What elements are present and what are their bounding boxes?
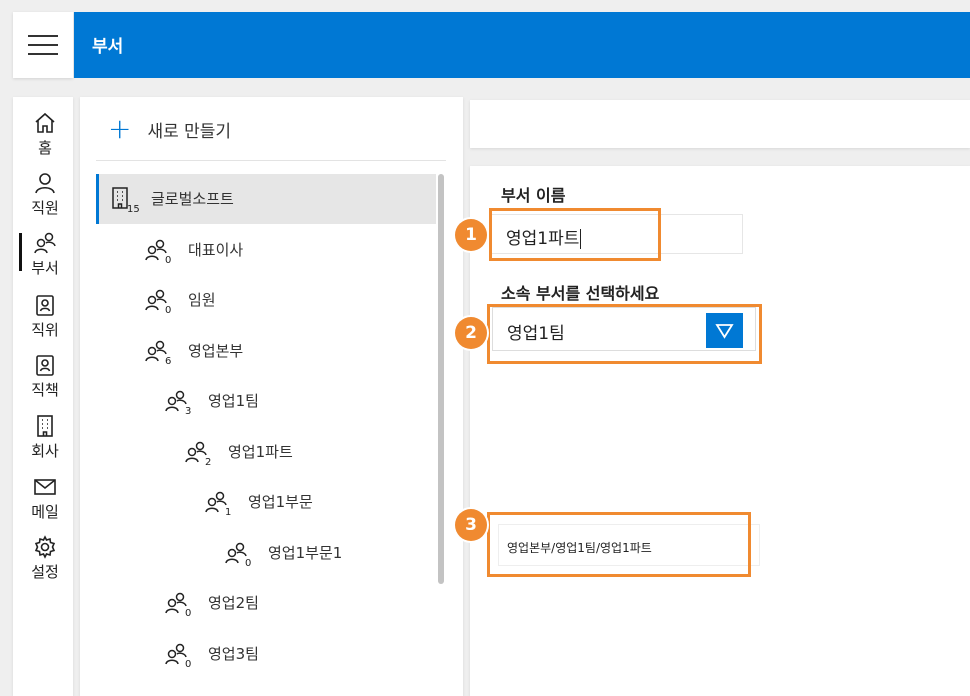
tree-row[interactable]: 15 글로벌소프트: [96, 174, 436, 224]
tree-row[interactable]: 2 영업1파트: [96, 427, 436, 477]
building-icon: [37, 415, 53, 437]
parent-field-label: 소속 부서를 선택하세요: [501, 284, 660, 303]
tree-row[interactable]: 3 영업1팀: [96, 376, 436, 426]
tree-row[interactable]: 0 영업3팀: [96, 629, 436, 679]
toolbar-area: [470, 100, 970, 148]
nav-item-settings[interactable]: 설정: [13, 535, 73, 593]
tree-row-label: 영업1팀: [208, 392, 259, 410]
mail-icon: [34, 479, 56, 495]
nav-label-duties: 직책: [31, 381, 59, 399]
nav-label-mail: 메일: [31, 503, 59, 521]
nav-item-mail[interactable]: 메일: [13, 475, 73, 533]
page-title: 부서: [92, 37, 124, 57]
tree-row[interactable]: 0 임원: [96, 275, 436, 325]
callout-box-3: [487, 512, 751, 577]
member-count: 0: [185, 658, 192, 670]
callout-badge-2: 2: [455, 317, 487, 349]
app-header: 부서: [74, 12, 970, 78]
badge-icon: [36, 295, 54, 316]
tree-row-label: 영업1부문1: [268, 543, 343, 562]
left-nav: 홈 직원 부서 직위 직책 회사 메일 설정: [13, 97, 73, 696]
member-count: 2: [205, 456, 212, 468]
tree-row-label: 글로벌소프트: [151, 190, 234, 208]
nav-item-duties[interactable]: 직책: [13, 353, 73, 411]
nav-label-departments: 부서: [31, 259, 59, 277]
tree-row-label: 영업2팀: [208, 594, 259, 612]
badge-icon: [36, 355, 54, 376]
member-count: 1: [225, 507, 232, 518]
nav-label-positions: 직위: [31, 321, 59, 339]
tree-row-label: 대표이사: [188, 240, 244, 259]
tree-row-label: 영업3팀: [208, 644, 259, 663]
tree-row[interactable]: 6 영업본부: [96, 326, 436, 376]
tree-scrollbar[interactable]: [438, 174, 444, 584]
member-count: 0: [165, 254, 172, 266]
nav-label-company: 회사: [31, 442, 59, 460]
gear-icon: [34, 535, 56, 559]
new-department-label: 새로 만들기: [147, 121, 232, 142]
nav-label-home: 홈: [38, 139, 52, 157]
divider: [96, 160, 446, 161]
callout-box-1: [489, 208, 661, 261]
plus-icon: +: [108, 112, 132, 145]
person-icon: [35, 173, 55, 194]
department-tree-panel: + 새로 만들기 15 글로벌소프트 0 대표이사 0 임원 6 영업본부 3 영업1팀 2 영업1파…: [80, 97, 463, 696]
callout-box-2: [487, 304, 762, 364]
member-count: 6: [165, 355, 172, 367]
tree-row[interactable]: 1 영업1부문: [96, 477, 436, 527]
tree-row-label: 영업1파트: [228, 442, 293, 461]
home-icon: [35, 112, 55, 133]
member-count: 0: [245, 557, 252, 569]
nav-label-employees: 직원: [31, 199, 59, 217]
nav-item-positions[interactable]: 직위: [13, 293, 73, 351]
new-department-button[interactable]: + 새로 만들기: [108, 115, 231, 143]
nav-item-home[interactable]: 홈: [13, 111, 73, 169]
hamburger-icon: [28, 35, 58, 55]
nav-item-company[interactable]: 회사: [13, 414, 73, 472]
tree-row-label: 임원: [188, 291, 216, 309]
nav-item-departments[interactable]: 부서: [13, 231, 73, 289]
menu-button[interactable]: [13, 12, 73, 78]
nav-item-employees[interactable]: 직원: [13, 171, 73, 229]
tree-row-label: 영업1부문: [248, 493, 313, 511]
tree-row[interactable]: 0 영업2팀: [96, 578, 436, 628]
tree-row-label: 영업본부: [188, 341, 244, 360]
member-count: 3: [185, 406, 192, 417]
callout-badge-1: 1: [455, 219, 487, 251]
callout-badge-3: 3: [455, 509, 487, 541]
tree-row[interactable]: 0 대표이사: [96, 225, 436, 275]
tree-row[interactable]: 0 영업1부문1: [96, 528, 436, 578]
people-icon: [34, 232, 56, 254]
member-count: 0: [185, 608, 192, 619]
member-count: 0: [165, 305, 172, 316]
nav-label-settings: 설정: [31, 563, 59, 581]
member-count: 15: [127, 204, 140, 215]
name-field-label: 부서 이름: [501, 186, 566, 205]
